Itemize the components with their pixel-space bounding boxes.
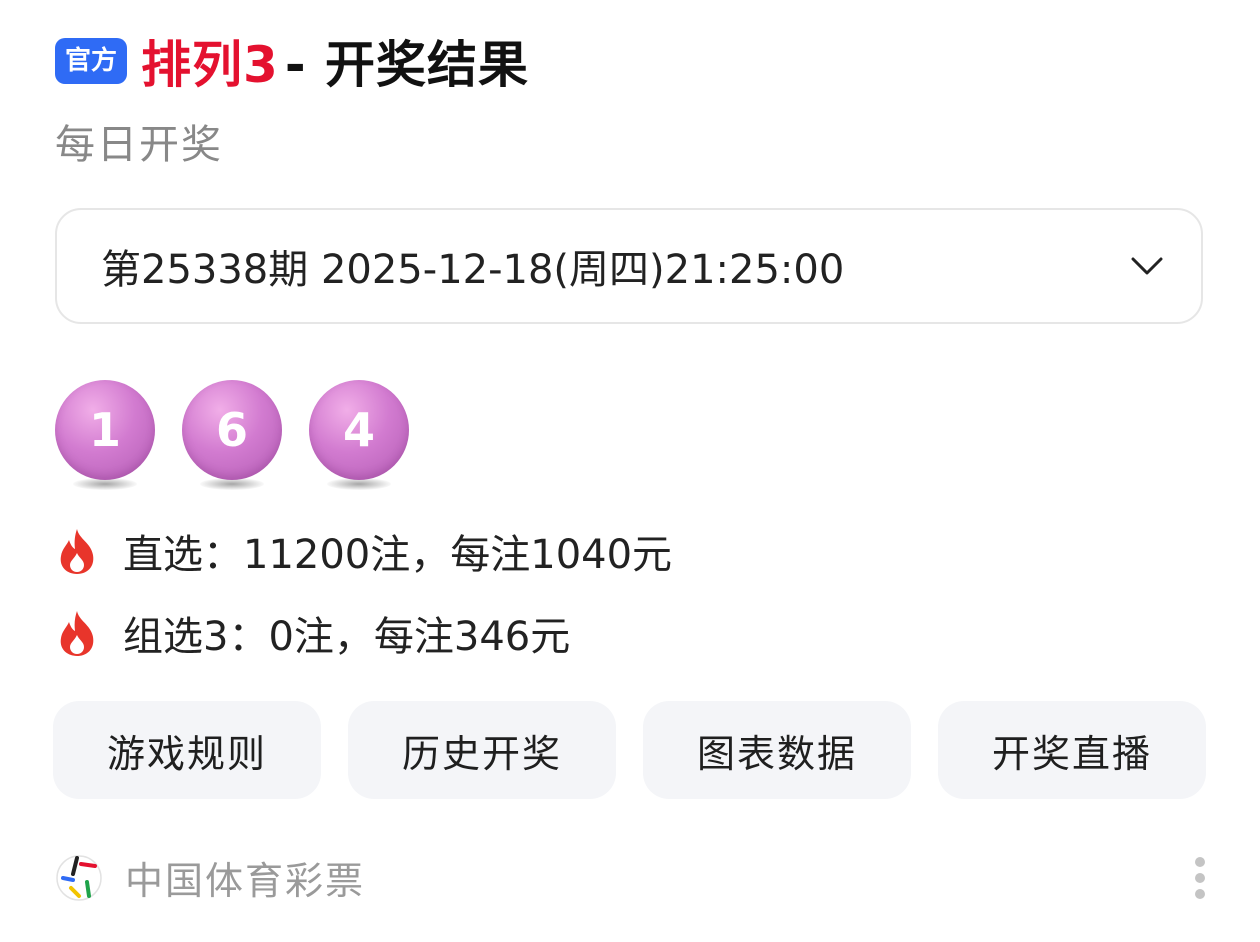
action-buttons: 游戏规则 历史开奖 图表数据 开奖直播 — [53, 701, 1206, 799]
history-draws-button[interactable]: 历史开奖 — [348, 701, 616, 799]
ball-value: 6 — [182, 380, 282, 480]
prize-direct: 直选：11200注，每注1040元 — [55, 522, 672, 580]
live-draw-button[interactable]: 开奖直播 — [938, 701, 1206, 799]
chevron-down-icon[interactable] — [1129, 248, 1165, 284]
number-ball: 6 — [182, 380, 282, 492]
ball-value: 1 — [55, 380, 155, 480]
china-sports-lottery-logo — [56, 854, 102, 901]
chart-data-button[interactable]: 图表数据 — [643, 701, 911, 799]
page-title[interactable]: - 开奖结果 — [285, 25, 529, 97]
title-row: 官方 排列3 - 开奖结果 — [55, 26, 529, 96]
source-footer[interactable]: 中国体育彩票 — [55, 850, 365, 905]
prize-group3: 组选3：0注，每注346元 — [55, 604, 570, 662]
period-value: 第25338期 2025-12-18(周四)21:25:00 — [101, 247, 845, 293]
winning-numbers: 1 6 4 — [55, 380, 436, 492]
source-name: 中国体育彩票 — [125, 859, 366, 903]
fire-icon — [60, 611, 94, 656]
official-badge: 官方 — [55, 38, 128, 84]
number-ball: 4 — [309, 380, 409, 492]
more-vertical-icon[interactable] — [1192, 856, 1208, 900]
draw-frequency: 每日开奖 — [55, 122, 223, 168]
ball-value: 4 — [309, 380, 409, 480]
prize-text: 直选：11200注，每注1040元 — [123, 532, 673, 578]
prize-text: 组选3：0注，每注346元 — [123, 614, 571, 660]
fire-icon — [60, 529, 94, 574]
number-ball: 1 — [55, 380, 155, 492]
game-rules-button[interactable]: 游戏规则 — [53, 701, 321, 799]
period-dropdown[interactable]: 第25338期 2025-12-18(周四)21:25:00 — [55, 208, 1203, 324]
lottery-name[interactable]: 排列3 — [141, 25, 279, 97]
lottery-result-card: 官方 排列3 - 开奖结果 每日开奖 第25338期 2025-12-18(周四… — [0, 0, 1260, 942]
